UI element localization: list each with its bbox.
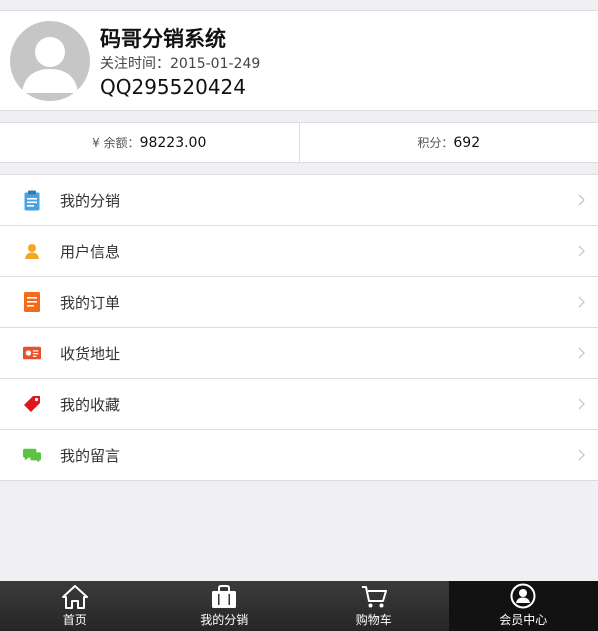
- chat-icon: [23, 444, 41, 466]
- member-icon: [510, 583, 536, 609]
- menu-list: 我的分销 用户信息 我的订单 收货地址 我的收藏 我的留言: [0, 174, 598, 481]
- menu-item-label: 我的订单: [60, 293, 121, 312]
- top-spacer: [0, 0, 598, 10]
- balance-value: 98223.00: [139, 134, 207, 151]
- avatar[interactable]: [10, 21, 90, 101]
- profile-card: 码哥分销系统 关注时间：2015-01-249 QQ295520424: [0, 10, 598, 111]
- tab-home[interactable]: 首页: [0, 581, 150, 631]
- user-icon: [23, 240, 41, 262]
- profile-name: 码哥分销系统: [100, 27, 226, 51]
- tab-label: 会员中心: [499, 613, 548, 627]
- clipboard-icon: [23, 189, 41, 211]
- menu-item-label: 收货地址: [60, 344, 121, 363]
- stats-bar: ¥ 余额： 98223.00 积分： 692: [0, 122, 598, 163]
- bottom-tab-bar: 首页 我的分销 购物车 会员中心: [0, 581, 598, 631]
- tag-icon: [23, 393, 41, 415]
- shopping-bag-icon: [212, 585, 237, 608]
- chevron-right-icon: [578, 398, 585, 410]
- menu-item-label: 我的留言: [60, 446, 121, 465]
- chevron-right-icon: [578, 449, 585, 461]
- tab-label: 我的分销: [200, 613, 249, 627]
- tab-label: 购物车: [355, 613, 392, 627]
- points-label: 积分：: [417, 136, 454, 150]
- chevron-right-icon: [578, 296, 585, 308]
- tab-label: 首页: [62, 613, 87, 627]
- profile-qq: QQ295520424: [100, 75, 247, 99]
- menu-item-my-orders[interactable]: 我的订单: [0, 277, 598, 328]
- menu-item-my-messages[interactable]: 我的留言: [0, 430, 598, 481]
- avatar-placeholder-icon: [22, 37, 78, 93]
- menu-item-label: 用户信息: [60, 242, 121, 261]
- tab-cart[interactable]: 购物车: [299, 581, 449, 631]
- tab-my-distribution[interactable]: 我的分销: [150, 581, 300, 631]
- order-icon: [23, 291, 41, 313]
- menu-item-my-distribution[interactable]: 我的分销: [0, 175, 598, 226]
- menu-item-my-favorites[interactable]: 我的收藏: [0, 379, 598, 430]
- chevron-right-icon: [578, 194, 585, 206]
- points-value: 692: [453, 134, 481, 151]
- menu-item-label: 我的分销: [60, 191, 121, 210]
- home-icon: [61, 585, 88, 609]
- menu-item-label: 我的收藏: [60, 395, 121, 414]
- chevron-right-icon: [578, 245, 585, 257]
- balance-stat[interactable]: ¥ 余额： 98223.00: [0, 123, 299, 162]
- chevron-right-icon: [578, 347, 585, 359]
- menu-item-user-info[interactable]: 用户信息: [0, 226, 598, 277]
- cart-icon: [361, 586, 387, 608]
- follow-time: 关注时间：2015-01-249: [100, 56, 261, 72]
- balance-label: ¥ 余额：: [92, 136, 140, 150]
- points-stat[interactable]: 积分： 692: [298, 123, 598, 162]
- tab-member-center[interactable]: 会员中心: [448, 581, 598, 631]
- address-card-icon: [23, 342, 41, 364]
- menu-item-shipping-address[interactable]: 收货地址: [0, 328, 598, 379]
